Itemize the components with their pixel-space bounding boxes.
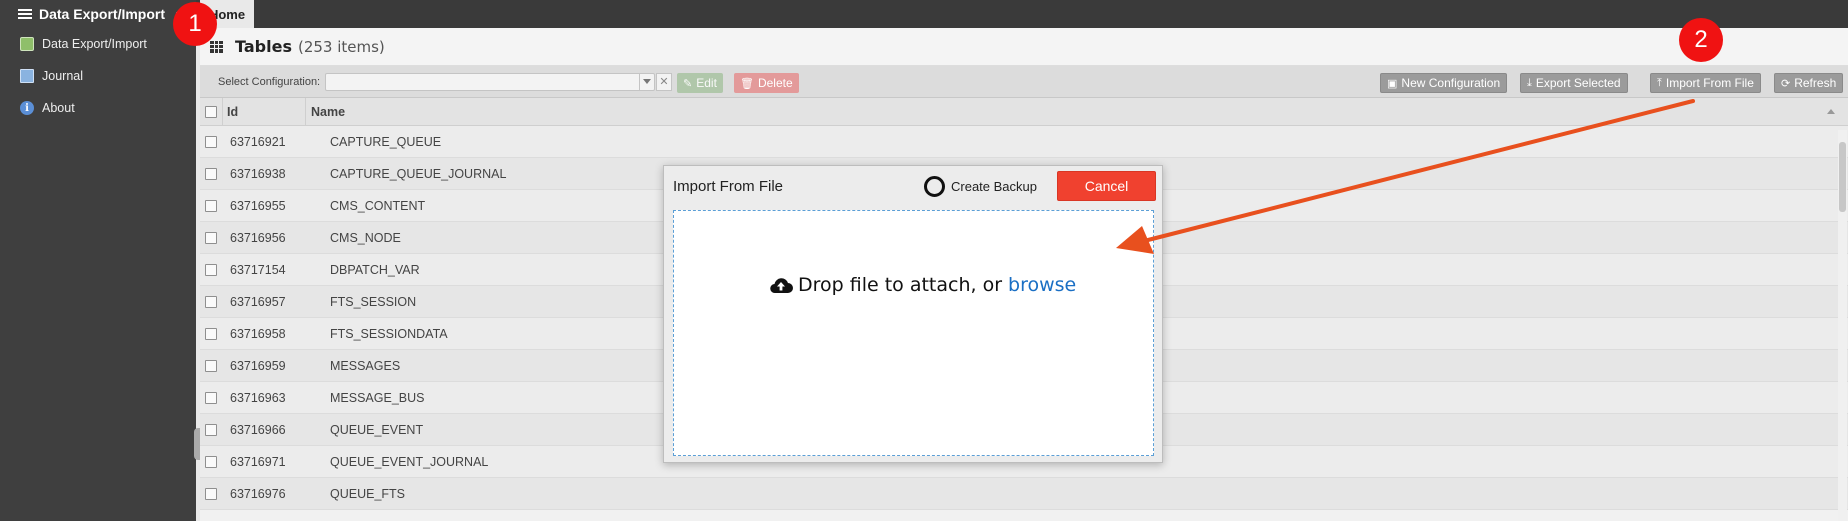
table-row[interactable]: 63716921 CAPTURE_QUEUE (200, 126, 1848, 158)
sort-up-icon[interactable] (1827, 109, 1835, 114)
edit-button[interactable]: ✎ Edit (677, 73, 723, 93)
table-icon (210, 40, 223, 53)
item-count: (253 items) (297, 37, 385, 56)
create-backup-label: Create Backup (951, 179, 1037, 194)
page-title: Tables (235, 37, 292, 56)
export-selected-button[interactable]: ⤓ Export Selected (1520, 73, 1628, 93)
refresh-icon: ⟳ (1781, 77, 1791, 90)
row-checkbox[interactable] (205, 136, 217, 148)
drop-text: Drop file to attach, or (798, 274, 1003, 296)
column-divider (222, 98, 223, 125)
dropzone-prompt: Drop file to attach, or browse (769, 274, 1076, 296)
top-bar: Data Export/Import Home (0, 0, 1848, 28)
sidebar: Data Export/Import Journal i About (0, 28, 196, 521)
vertical-scrollbar[interactable] (1838, 130, 1847, 521)
journal-icon (20, 69, 34, 83)
annotation-marker-1: 1 (173, 2, 217, 46)
pencil-icon: ✎ (683, 77, 693, 90)
upload-icon: ⤒ (1657, 76, 1662, 89)
sidebar-item-label: Data Export/Import (42, 37, 147, 51)
sidebar-item-about[interactable]: i About (0, 92, 196, 124)
info-icon: i (20, 101, 34, 115)
row-checkbox[interactable] (205, 456, 217, 468)
sidebar-item-data-export-import[interactable]: Data Export/Import (0, 28, 196, 60)
row-checkbox[interactable] (205, 200, 217, 212)
table-header: Id Name (200, 98, 1848, 126)
configuration-select[interactable] (325, 73, 655, 91)
app-title: Data Export/Import (39, 6, 166, 22)
select-configuration-label: Select Configuration: (218, 76, 321, 88)
select-all-checkbox[interactable] (205, 106, 217, 118)
row-checkbox[interactable] (205, 424, 217, 436)
app-menu-button[interactable]: Data Export/Import (0, 0, 196, 28)
dialog-title: Import From File (673, 178, 784, 195)
row-checkbox[interactable] (205, 232, 217, 244)
row-checkbox[interactable] (205, 488, 217, 500)
clear-configuration-button[interactable]: ✕ (656, 73, 672, 91)
column-divider (305, 98, 306, 125)
row-checkbox[interactable] (205, 360, 217, 372)
table-row[interactable]: 63716976 QUEUE_FTS (200, 478, 1848, 510)
file-dropzone[interactable]: Drop file to attach, or browse (673, 210, 1154, 456)
import-dialog: Import From File Create Backup Cancel Dr… (663, 165, 1163, 463)
create-backup-toggle[interactable]: Create Backup (924, 176, 1037, 197)
row-checkbox[interactable] (205, 168, 217, 180)
row-checkbox[interactable] (205, 296, 217, 308)
delete-button[interactable]: 🗑 Delete (734, 73, 799, 93)
browse-link[interactable]: browse (1008, 274, 1076, 296)
row-checkbox[interactable] (205, 392, 217, 404)
export-icon (20, 37, 34, 51)
cloud-upload-icon (770, 278, 793, 294)
cancel-button[interactable]: Cancel (1057, 171, 1156, 201)
download-icon: ⤓ (1527, 76, 1532, 89)
import-from-file-button[interactable]: ⤒ Import From File (1650, 73, 1761, 93)
trash-icon: 🗑 (740, 77, 754, 90)
sidebar-item-label: About (42, 101, 75, 115)
scrollbar-thumb[interactable] (1839, 142, 1846, 212)
refresh-button[interactable]: ⟳ Refresh (1774, 73, 1844, 93)
column-header-id[interactable]: Id (227, 105, 238, 119)
annotation-marker-2: 2 (1679, 18, 1723, 62)
row-checkbox[interactable] (205, 328, 217, 340)
new-configuration-button[interactable]: ▣ New Configuration (1380, 73, 1508, 93)
hamburger-icon (18, 7, 32, 21)
row-checkbox[interactable] (205, 264, 217, 276)
save-icon: ▣ (1387, 77, 1398, 90)
chevron-down-icon[interactable] (639, 74, 654, 90)
sidebar-item-label: Journal (42, 69, 83, 83)
sidebar-item-journal[interactable]: Journal (0, 60, 196, 92)
radio-circle-icon[interactable] (924, 176, 945, 197)
column-header-name[interactable]: Name (311, 105, 345, 119)
toolbar: Select Configuration: ✕ ✎ Edit 🗑 Delete … (200, 66, 1848, 98)
page-header: Tables (253 items) (200, 28, 1848, 66)
